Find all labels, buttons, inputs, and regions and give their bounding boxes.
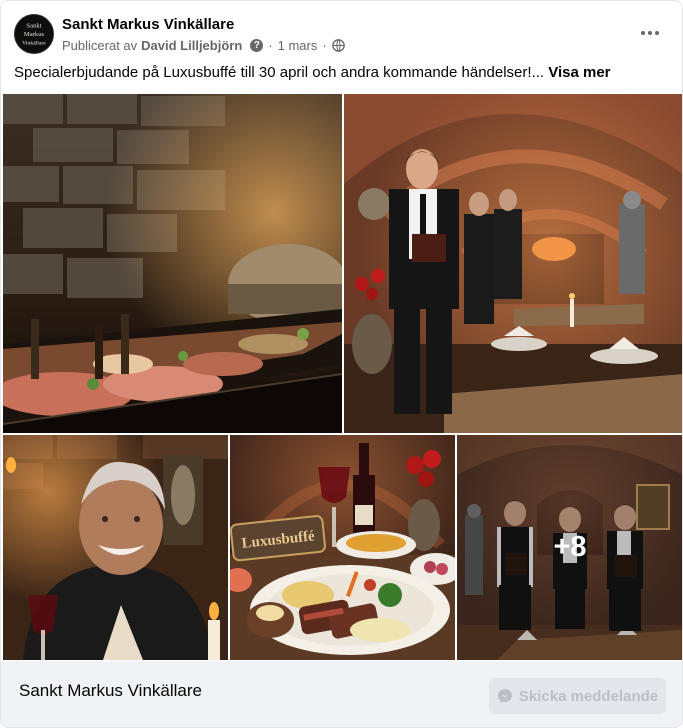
waiter-dining-room-photo[interactable] [344, 94, 682, 433]
help-icon[interactable]: ? [250, 39, 264, 52]
post-body: Specialerbjudande på Luxusbuffé till 30 … [14, 64, 545, 81]
avatar-line-1: Sankt [26, 22, 41, 29]
published-by-label: Publicerat av [62, 38, 138, 53]
post-date-link[interactable]: 1 mars [278, 38, 318, 53]
meta-separator-2: · [322, 38, 327, 53]
smiling-guest-photo[interactable] [3, 435, 228, 660]
staff-photo[interactable]: +8 [457, 435, 682, 660]
post-card: Sankt Markus Vinkällare Sankt Markus Vin… [0, 0, 683, 728]
messenger-icon [497, 688, 513, 704]
meta-separator: · [268, 38, 273, 53]
avatar-logo: Sankt Markus Vinkällare [15, 15, 53, 53]
post-header: Sankt Markus Vinkällare Sankt Markus Vin… [1, 1, 682, 61]
footer-page-name[interactable]: Sankt Markus Vinkällare [19, 681, 202, 701]
see-more-link[interactable]: Visa mer [548, 64, 610, 81]
author-link[interactable]: David Lilljebjörn [141, 38, 242, 53]
avatar-line-3: Vinkällare [22, 40, 46, 46]
avatar-line-2: Markus [24, 31, 45, 38]
page-name-link[interactable]: Sankt Markus Vinkällare [62, 16, 234, 33]
more-photos-count[interactable]: +8 [457, 435, 682, 660]
buffet-photo[interactable] [3, 94, 342, 433]
send-message-button[interactable]: Skicka meddelande [489, 678, 666, 714]
page-avatar[interactable]: Sankt Markus Vinkällare [14, 14, 54, 54]
more-dots-icon [641, 31, 659, 35]
post-text: Specialerbjudande på Luxusbuffé till 30 … [14, 63, 669, 83]
send-message-label: Skicka meddelande [518, 687, 659, 705]
more-options-button[interactable] [632, 19, 668, 47]
post-meta: Publicerat av David Lilljebjörn ? · 1 ma… [62, 38, 345, 53]
steak-plate-photo[interactable]: Luxusbuffé [230, 435, 455, 660]
globe-icon[interactable] [331, 39, 345, 52]
post-footer: Sankt Markus Vinkällare Skicka meddeland… [1, 661, 682, 727]
